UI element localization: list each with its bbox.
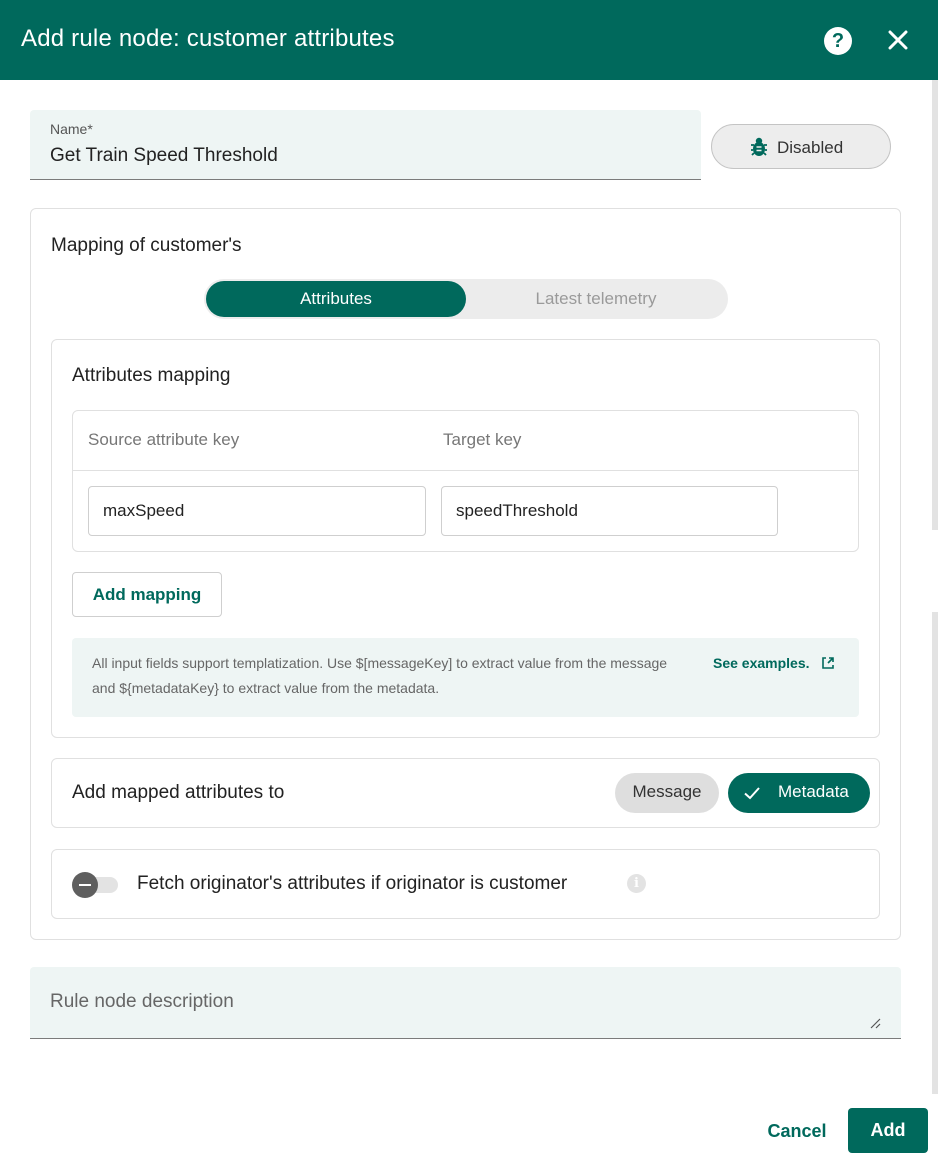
debug-mode-label: Disabled bbox=[777, 138, 844, 157]
add-button[interactable]: Add bbox=[848, 1108, 928, 1153]
attributes-mapping-title: Attributes mapping bbox=[72, 365, 231, 386]
attributes-mapping-panel: Attributes mapping Source attribute key … bbox=[51, 339, 880, 738]
chip-metadata[interactable]: Metadata bbox=[728, 773, 870, 813]
cancel-button[interactable]: Cancel bbox=[760, 1110, 834, 1152]
scrollbar-thumb-lower[interactable] bbox=[932, 612, 938, 1094]
name-field-label: Name* bbox=[50, 121, 93, 137]
rule-node-description-field[interactable]: Rule node description bbox=[30, 967, 901, 1039]
toggle-attributes[interactable]: Attributes bbox=[206, 281, 466, 317]
mapping-section: Mapping of customer's Attributes Latest … bbox=[30, 208, 901, 940]
destination-panel: Add mapped attributes to Message Metadat… bbox=[51, 758, 880, 828]
debug-mode-button[interactable]: Disabled bbox=[711, 124, 891, 169]
description-placeholder: Rule node description bbox=[50, 991, 234, 1012]
see-examples-link[interactable]: See examples. bbox=[713, 655, 810, 671]
help-icon[interactable]: ? bbox=[824, 27, 852, 55]
fetch-originator-panel: Fetch originator's attributes if origina… bbox=[51, 849, 880, 919]
bug-icon bbox=[751, 137, 767, 156]
add-mapping-button[interactable]: Add mapping bbox=[72, 572, 222, 617]
open-in-new-icon[interactable] bbox=[821, 656, 835, 670]
resize-grip-icon[interactable] bbox=[869, 1017, 881, 1029]
destination-label: Add mapped attributes to bbox=[72, 782, 285, 803]
column-target-key: Target key bbox=[443, 430, 522, 449]
fetch-originator-label: Fetch originator's attributes if origina… bbox=[137, 873, 568, 894]
scrollbar-thumb[interactable] bbox=[932, 80, 938, 530]
chip-message[interactable]: Message bbox=[615, 773, 719, 813]
chip-metadata-label: Metadata bbox=[778, 782, 849, 801]
column-source-key: Source attribute key bbox=[88, 430, 240, 449]
mapping-title: Mapping of customer's bbox=[51, 235, 242, 256]
mapping-table: Source attribute key Target key maxSpeed… bbox=[72, 410, 859, 552]
name-field[interactable]: Name* Get Train Speed Threshold bbox=[30, 110, 701, 180]
source-key-input[interactable]: maxSpeed bbox=[88, 486, 426, 536]
close-icon[interactable] bbox=[884, 26, 912, 54]
mapping-type-toggle: Attributes Latest telemetry bbox=[204, 279, 728, 319]
target-key-input[interactable]: speedThreshold bbox=[441, 486, 778, 536]
mapping-table-header: Source attribute key Target key bbox=[73, 411, 858, 471]
name-field-value[interactable]: Get Train Speed Threshold bbox=[50, 145, 278, 167]
templatization-hint: All input fields support templatization.… bbox=[72, 638, 859, 717]
info-icon[interactable]: i bbox=[627, 874, 646, 893]
check-icon bbox=[744, 787, 760, 800]
hint-text: All input fields support templatization.… bbox=[92, 655, 668, 696]
dialog-header: Add rule node: customer attributes ? bbox=[0, 0, 938, 80]
dialog-title: Add rule node: customer attributes bbox=[21, 25, 395, 52]
switch-knob[interactable] bbox=[72, 872, 98, 898]
toggle-latest-telemetry[interactable]: Latest telemetry bbox=[466, 281, 726, 317]
